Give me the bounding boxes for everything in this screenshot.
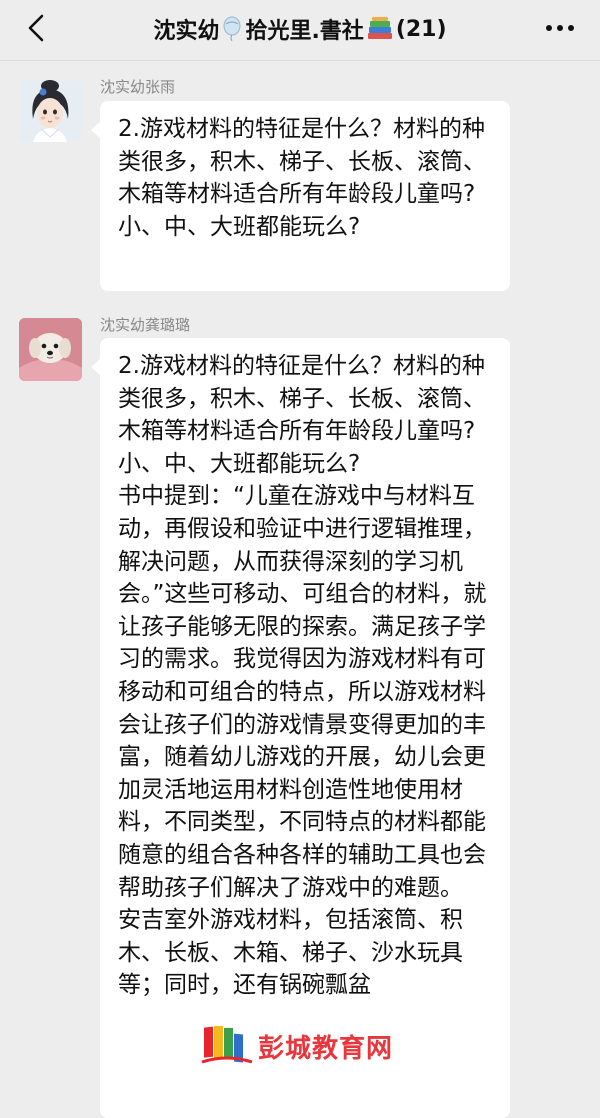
more-dots-icon <box>546 25 574 31</box>
balloon-icon <box>221 16 243 42</box>
back-button[interactable] <box>14 6 58 50</box>
message-text: 2.游戏材料的特征是什么？材料的种类很多，积木、梯子、长板、滚筒、木箱等材料适合… <box>118 353 486 477</box>
more-button[interactable] <box>538 8 582 48</box>
avatar[interactable] <box>19 318 82 381</box>
books-icon <box>366 16 394 42</box>
title-text-part2: 拾光里.書社 <box>245 19 364 44</box>
chevron-left-icon <box>28 14 44 42</box>
watermark: 彭城教育网 <box>200 1024 393 1068</box>
message-text: 书中提到：“儿童在游戏中与材料互动，再假设和验证中进行逻辑推理，解决问题，从而获… <box>118 483 487 901</box>
sender-name: 沈实幼张雨 <box>100 78 176 96</box>
watermark-text: 彭城教育网 <box>258 1033 394 1064</box>
chat-header: 沈实幼 拾光里.書社 (21) <box>0 0 600 61</box>
message-bubble[interactable]: 2.游戏材料的特征是什么？材料的种类很多，积木、梯子、长板、滚筒、木箱等材料适合… <box>91 101 510 291</box>
puppy-avatar <box>19 318 82 381</box>
title-text-part1: 沈实幼 <box>153 19 220 44</box>
member-count: (21) <box>395 16 447 42</box>
illustrated-girl-avatar <box>19 79 82 142</box>
colorful-books-logo-icon <box>201 1026 253 1064</box>
avatar[interactable] <box>19 79 82 142</box>
message-bubble[interactable]: 2.游戏材料的特征是什么？材料的种类很多，积木、梯子、长板、滚筒、木箱等材料适合… <box>91 338 510 1118</box>
sender-name: 沈实幼龚璐璐 <box>100 316 191 334</box>
message-text: 2.游戏材料的特征是什么？材料的种类很多，积木、梯子、长板、滚筒、木箱等材料适合… <box>118 116 486 240</box>
chat-title: 沈实幼 拾光里.書社 (21) <box>80 8 520 50</box>
message-text: 安吉室外游戏材料，包括滚筒、积木、长板、木箱、梯子、沙水玩具等；同时，还有锅碗瓢… <box>118 907 463 999</box>
